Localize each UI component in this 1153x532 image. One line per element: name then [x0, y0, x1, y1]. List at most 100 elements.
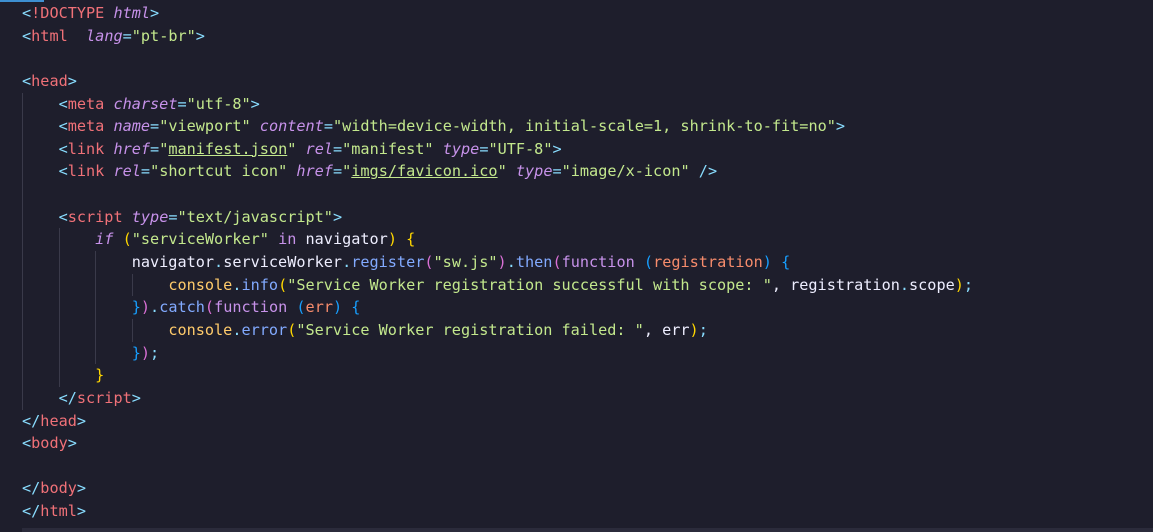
code-token: ;: [698, 320, 708, 339]
code-line[interactable]: </body>: [0, 477, 1153, 500]
code-token: >: [195, 26, 205, 45]
code-token: head: [40, 411, 77, 430]
code-token: head: [31, 71, 68, 90]
code-line[interactable]: <html lang="pt-br">: [0, 25, 1153, 48]
code-token: ): [762, 253, 772, 272]
code-line[interactable]: });: [0, 341, 1153, 365]
code-token: ): [689, 320, 699, 339]
code-token: scope: [909, 275, 955, 294]
code-token: register: [351, 253, 425, 272]
code-token: html: [31, 26, 68, 45]
code-token: "viewport": [159, 117, 251, 136]
code-token: "text/javascript": [177, 207, 333, 226]
code-token: }: [131, 343, 141, 362]
code-token: =: [168, 207, 178, 226]
code-line[interactable]: <link href="manifest.json" rel="manifest…: [0, 137, 1153, 161]
indent-guide: [22, 160, 23, 184]
code-token: rel: [113, 162, 141, 181]
code-token: (: [287, 320, 297, 339]
code-token: >: [250, 94, 260, 113]
code-token: =: [140, 162, 151, 181]
code-line[interactable]: </html>: [0, 500, 1153, 523]
code-line[interactable]: <meta charset="utf-8">: [0, 92, 1153, 116]
code-token: ): [497, 253, 507, 272]
code-line[interactable]: navigator.serviceWorker.register("sw.js"…: [0, 251, 1153, 274]
indent-guide: [95, 318, 97, 342]
code-line[interactable]: }).catch(function (err) {: [0, 296, 1153, 319]
indent-guide: [22, 251, 23, 274]
code-line[interactable]: </script>: [0, 386, 1153, 410]
code-token: >: [552, 139, 562, 158]
code-line[interactable]: if ("serviceWorker" in navigator) {: [0, 228, 1153, 252]
code-token: >: [150, 4, 160, 22]
code-line[interactable]: }: [0, 364, 1153, 387]
code-token: <: [22, 71, 32, 90]
code-token: (: [552, 253, 562, 272]
code-token: content: [259, 117, 324, 136]
code-token: html: [40, 502, 77, 521]
code-token: type: [442, 139, 480, 158]
code-token: "manifest": [342, 139, 434, 158]
code-token: if: [95, 230, 114, 249]
code-token: ): [140, 343, 151, 362]
code-line[interactable]: console.error("Service Worker registrati…: [0, 318, 1153, 342]
indent-guide: [22, 273, 23, 297]
horizontal-scrollbar[interactable]: [22, 528, 1153, 532]
code-token: </: [22, 502, 41, 521]
indent-guide: [22, 92, 23, 116]
code-token: {: [781, 253, 791, 272]
code-token: =: [150, 139, 160, 158]
code-line[interactable]: </head>: [0, 410, 1153, 433]
code-token: </: [22, 479, 41, 498]
code-token: in: [278, 230, 297, 249]
code-token: {: [406, 230, 416, 249]
indent-guide: [58, 273, 60, 297]
code-line[interactable]: [0, 47, 1153, 70]
code-line[interactable]: console. info("Service Worker registratio…: [0, 273, 1153, 297]
code-token: <: [22, 4, 32, 22]
code-token: <: [58, 117, 68, 136]
code-token: <: [58, 94, 68, 113]
code-editor[interactable]: <!DOCTYPE html> <html lang="pt-br"> <head>…: [0, 0, 1153, 532]
code-token: >: [67, 71, 77, 90]
code-token: function: [214, 298, 288, 317]
indent-guide: [22, 296, 23, 319]
code-line[interactable]: <!DOCTYPE html>: [0, 2, 1153, 25]
code-token: ": [342, 162, 352, 181]
code-line[interactable]: <meta name="viewport" content="width=dev…: [0, 115, 1153, 138]
code-line[interactable]: <link rel="shortcut icon" href="imgs/fav…: [0, 160, 1153, 184]
indent-guide: [22, 318, 23, 342]
code-line[interactable]: [0, 183, 1153, 206]
code-token: type: [131, 207, 169, 226]
code-token: }: [95, 366, 105, 385]
code-token: console: [168, 275, 233, 294]
code-token: />: [698, 162, 718, 181]
indent-guide: [22, 137, 23, 161]
code-token: "utf-8": [186, 94, 251, 113]
indent-guide: [22, 386, 23, 410]
code-token: "Service Worker registration successful …: [287, 275, 772, 294]
code-token: "serviceWorker": [131, 230, 269, 249]
code-area[interactable]: <!DOCTYPE html> <html lang="pt-br"> <head>…: [0, 2, 1153, 523]
code-line[interactable]: <body>: [0, 432, 1153, 455]
code-token: href: [296, 162, 333, 181]
code-token: >: [332, 207, 343, 226]
code-line[interactable]: <head>: [0, 70, 1153, 93]
code-line[interactable]: <script type="text/javascript">: [0, 205, 1153, 229]
indent-guide: [58, 228, 60, 252]
code-token: <: [22, 434, 32, 453]
indent-guide: [58, 251, 60, 274]
code-token: </: [58, 388, 77, 407]
code-line[interactable]: [0, 455, 1153, 478]
code-token: meta: [67, 94, 105, 113]
code-token: .: [506, 253, 516, 272]
code-token: html: [113, 4, 151, 22]
